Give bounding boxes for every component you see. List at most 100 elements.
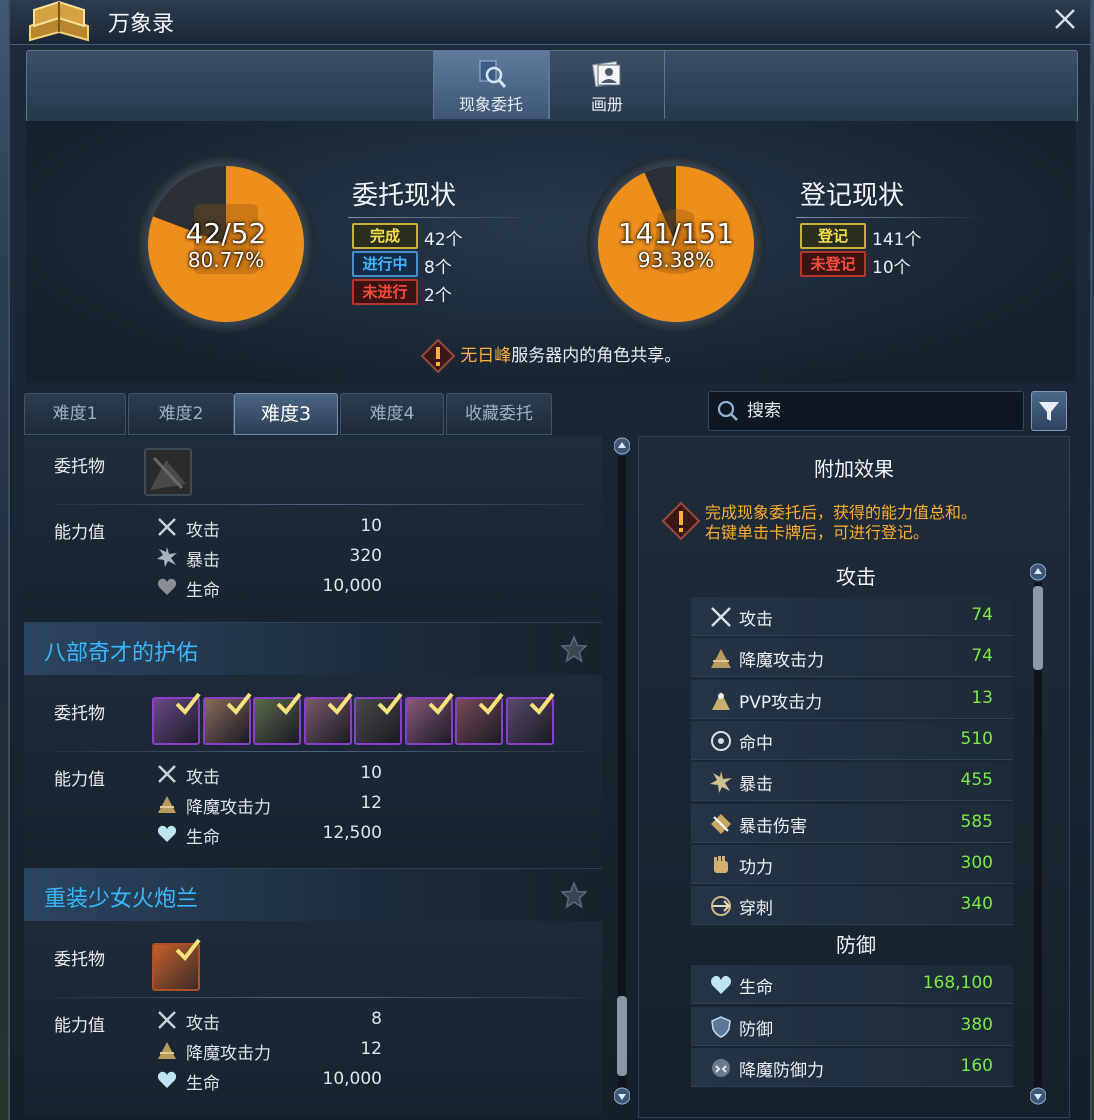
favorite-star-icon[interactable] <box>560 881 588 909</box>
commission-card[interactable] <box>202 692 252 745</box>
commission-card[interactable] <box>144 448 192 496</box>
stats-label: 能力值 <box>54 1016 105 1036</box>
demon-attack-icon <box>158 796 176 813</box>
check-icon <box>327 692 353 716</box>
tab-phenomenon-commission[interactable]: 现象委托 <box>433 51 549 119</box>
demon-attack-icon <box>711 649 731 669</box>
bonus-note: 完成现象委托后，获得的能力值总和。 右键单击卡牌后，可进行登记。 <box>705 503 977 543</box>
bonus-stat-name: 降魔攻击力 <box>739 651 824 672</box>
commission-card[interactable] <box>455 692 504 745</box>
window-title: 万象录 <box>108 12 175 37</box>
commission-card[interactable] <box>253 692 302 745</box>
bonus-stat-value: 510 <box>960 728 993 749</box>
tab-difficulty-4[interactable]: 难度4 <box>340 393 444 435</box>
tab-favorites[interactable]: 收藏委托 <box>446 393 552 435</box>
commission-card[interactable] <box>152 692 201 745</box>
check-icon <box>276 692 302 716</box>
bonus-stat-value: 160 <box>960 1056 993 1076</box>
filter-icon <box>1039 402 1059 421</box>
item-label: 委托物 <box>54 950 105 970</box>
bonus-stat-row: PVP攻击力 13 <box>691 679 1013 719</box>
count-not-started: 2个 <box>424 286 452 306</box>
bonus-stat-name: 暴击伤害 <box>739 816 807 837</box>
warning-icon <box>661 501 701 541</box>
commission-card[interactable] <box>354 692 403 745</box>
commission-percent: 80.77% <box>187 248 265 272</box>
heart-icon <box>157 578 177 595</box>
sword-icon <box>158 518 176 536</box>
badge-in-progress: 进行中 <box>352 251 418 277</box>
stat-name: 攻击 <box>186 521 220 541</box>
bonus-stat-row: 暴击伤害 585 <box>691 803 1013 843</box>
stat-value: 12,500 <box>322 823 382 843</box>
bonus-note-line: 完成现象委托后，获得的能力值总和。 <box>705 503 978 522</box>
target-icon <box>711 730 731 751</box>
commission-card[interactable] <box>404 692 454 745</box>
bonus-stat-row: 降魔防御力 160 <box>691 1048 1013 1087</box>
codex-window: 万象录 现象委托 画册 42/52 80.77% 委托现状 完成 42个 进行中… <box>8 0 1092 1120</box>
shared-notice: 无日峰服务器内的角色共享。 <box>26 338 1076 374</box>
commission-card[interactable] <box>152 938 201 991</box>
tab-difficulty-3[interactable]: 难度3 <box>234 393 338 435</box>
card-art-icon <box>150 456 186 490</box>
shield-icon <box>711 1015 731 1038</box>
count-unregistered: 10个 <box>872 258 911 278</box>
album-icon <box>592 60 621 88</box>
favorite-star-icon[interactable] <box>560 635 588 663</box>
commission-card[interactable] <box>303 692 353 745</box>
stat-name: 降魔攻击力 <box>186 798 271 818</box>
heart-icon <box>711 976 731 995</box>
item-label: 委托物 <box>54 704 105 724</box>
stat-name: 攻击 <box>186 768 220 788</box>
stat-value: 10,000 <box>322 1069 382 1089</box>
commission-list-scrollbar[interactable] <box>613 436 631 1108</box>
bonus-stat-row: 命中 510 <box>691 720 1013 760</box>
tab-difficulty-2[interactable]: 难度2 <box>128 393 234 435</box>
stat-name: 生命 <box>186 581 220 601</box>
badge-not-started: 未进行 <box>352 279 418 305</box>
register-pie-label: 141/151 93.38% <box>596 217 756 272</box>
summary-panel: 42/52 80.77% 委托现状 完成 42个 进行中 8个 未进行 2个 1… <box>26 121 1076 383</box>
bonus-stat-name: 生命 <box>739 978 773 999</box>
bonus-stat-value: 585 <box>960 811 993 832</box>
divider <box>348 217 538 218</box>
bonus-stat-value: 300 <box>960 852 993 873</box>
sword-icon <box>158 765 176 783</box>
burst-icon <box>710 771 732 794</box>
commission-card[interactable] <box>505 692 555 745</box>
bonus-effects-panel: 附加效果 完成现象委托后，获得的能力值总和。 右键单击卡牌后，可进行登记。 攻击… <box>638 436 1070 1118</box>
bonus-stat-value: 455 <box>960 770 993 791</box>
stats-label: 能力值 <box>54 770 105 790</box>
bonus-stat-value: 74 <box>971 646 993 667</box>
register-fraction: 141/151 <box>617 217 735 250</box>
bonus-list-scrollbar[interactable] <box>1029 562 1047 1108</box>
search-icon <box>717 400 738 421</box>
commission-entry[interactable]: 委托物 能力值 攻击 10 暴击 320 生命 10,000 <box>24 436 602 616</box>
pierce-icon <box>711 896 731 917</box>
filter-button[interactable] <box>1031 391 1067 431</box>
search-input[interactable] <box>745 397 1009 425</box>
check-icon <box>226 692 252 716</box>
stats-label: 能力值 <box>54 523 105 543</box>
tab-difficulty-1[interactable]: 难度1 <box>24 393 126 435</box>
commission-list[interactable]: 委托物 能力值 攻击 10 暴击 320 生命 10,000 八部奇才的护佑 委… <box>24 436 604 1116</box>
top-tab-bar: 现象委托 画册 <box>26 50 1078 122</box>
bonus-stat-list[interactable]: 攻击 攻击 74 降魔攻击力 74 PVP攻击力 13 命中 510 暴击 455 暴击伤害 585 功力… <box>691 561 1021 1117</box>
commission-entry[interactable]: 八部奇才的护佑 委托物 能力值 攻击 10 降魔攻击力 12 生命 12,500 <box>24 622 602 863</box>
demon-attack-icon <box>158 1042 176 1059</box>
tab-album[interactable]: 画册 <box>549 51 665 119</box>
tab-label: 画册 <box>590 95 623 114</box>
difficulty-tabs: 难度1 难度2 难度3 难度4 收藏委托 <box>24 393 624 435</box>
bonus-stat-name: 暴击 <box>739 775 773 796</box>
stat-name: 降魔攻击力 <box>186 1044 271 1064</box>
commission-entry[interactable]: 重装少女火炮兰 委托物 能力值 攻击 8 降魔攻击力 12 生命 10,000 <box>24 868 602 1116</box>
bonus-section-header: 攻击 <box>836 565 876 589</box>
close-icon[interactable] <box>1052 6 1078 32</box>
stat-value: 12 <box>360 1039 382 1059</box>
pvp-attack-icon <box>712 691 730 710</box>
entry-title: 重装少女火炮兰 <box>44 887 199 912</box>
entry-title: 八部奇才的护佑 <box>44 641 199 666</box>
bonus-stat-row: 生命 168,100 <box>691 965 1013 1005</box>
bonus-stat-name: 命中 <box>739 733 773 754</box>
bonus-stat-name: 防御 <box>739 1019 773 1040</box>
